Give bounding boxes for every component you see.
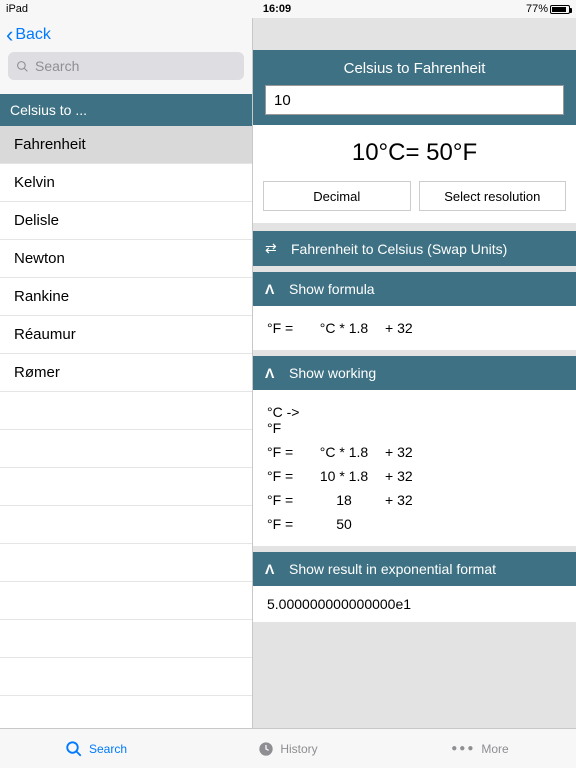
tab-more-label: More	[481, 742, 508, 756]
working-label: Show working	[289, 365, 376, 381]
resolution-select[interactable]: Select resolution	[419, 181, 567, 211]
sidebar: ‹ Back Search Celsius to ... Fahrenheit …	[0, 18, 253, 728]
unit-item-delisle[interactable]: Delisle	[0, 202, 252, 240]
show-exp-toggle[interactable]: Λ Show result in exponential format	[253, 552, 576, 586]
unit-item-kelvin[interactable]: Kelvin	[0, 164, 252, 202]
main-panel: Celsius to Fahrenheit 10°C= 50°F Decimal…	[253, 18, 576, 728]
status-bar: iPad 16:09 77%	[0, 0, 576, 18]
tab-history-label: History	[280, 742, 317, 756]
swap-label: Fahrenheit to Celsius (Swap Units)	[291, 241, 507, 257]
tab-bar: Search History ●●● More	[0, 728, 576, 768]
tab-search-label: Search	[89, 742, 127, 756]
caret-icon: Λ	[265, 281, 279, 297]
show-formula-toggle[interactable]: Λ Show formula	[253, 272, 576, 306]
search-icon	[65, 740, 83, 758]
formula-label: Show formula	[289, 281, 375, 297]
value-input[interactable]	[265, 85, 564, 115]
back-label: Back	[15, 26, 51, 44]
device-label: iPad	[6, 3, 28, 15]
working-panel: °C -> °F °F =°C * 1.8+ 32 °F =10 * 1.8+ …	[253, 390, 576, 546]
battery-pct: 77%	[526, 3, 548, 15]
section-header: Celsius to ...	[0, 94, 252, 126]
list-item	[0, 506, 252, 544]
search-icon	[16, 60, 29, 73]
battery-icon	[550, 5, 570, 14]
formula-panel: °F = °C * 1.8 + 32	[253, 306, 576, 350]
back-button[interactable]: ‹ Back	[6, 24, 51, 46]
chevron-left-icon: ‹	[6, 24, 13, 46]
list-item	[0, 582, 252, 620]
search-placeholder: Search	[35, 58, 79, 74]
exp-label: Show result in exponential format	[289, 561, 496, 577]
unit-item-fahrenheit[interactable]: Fahrenheit	[0, 126, 252, 164]
unit-item-reaumur[interactable]: Réaumur	[0, 316, 252, 354]
tab-search[interactable]: Search	[0, 729, 192, 768]
search-input[interactable]: Search	[8, 52, 244, 80]
swap-units-button[interactable]: ⇄ Fahrenheit to Celsius (Swap Units)	[253, 231, 576, 266]
unit-item-newton[interactable]: Newton	[0, 240, 252, 278]
list-item	[0, 468, 252, 506]
list-item	[0, 658, 252, 696]
list-item	[0, 620, 252, 658]
clock-icon	[258, 741, 274, 757]
unit-item-rankine[interactable]: Rankine	[0, 278, 252, 316]
list-item	[0, 544, 252, 582]
format-select[interactable]: Decimal	[263, 181, 411, 211]
tab-history[interactable]: History	[192, 729, 384, 768]
more-icon: ●●●	[451, 743, 475, 754]
caret-icon: Λ	[265, 365, 279, 381]
list-item	[0, 392, 252, 430]
show-working-toggle[interactable]: Λ Show working	[253, 356, 576, 390]
exp-panel: 5.000000000000000e1	[253, 586, 576, 622]
swap-icon: ⇄	[265, 240, 281, 257]
result-display: 10°C= 50°F	[253, 125, 576, 181]
tab-more[interactable]: ●●● More	[384, 729, 576, 768]
list-item	[0, 430, 252, 468]
unit-list: Fahrenheit Kelvin Delisle Newton Rankine…	[0, 126, 252, 728]
unit-item-romer[interactable]: Rømer	[0, 354, 252, 392]
converter-title: Celsius to Fahrenheit	[253, 50, 576, 85]
clock: 16:09	[28, 3, 526, 15]
caret-icon: Λ	[265, 561, 279, 577]
